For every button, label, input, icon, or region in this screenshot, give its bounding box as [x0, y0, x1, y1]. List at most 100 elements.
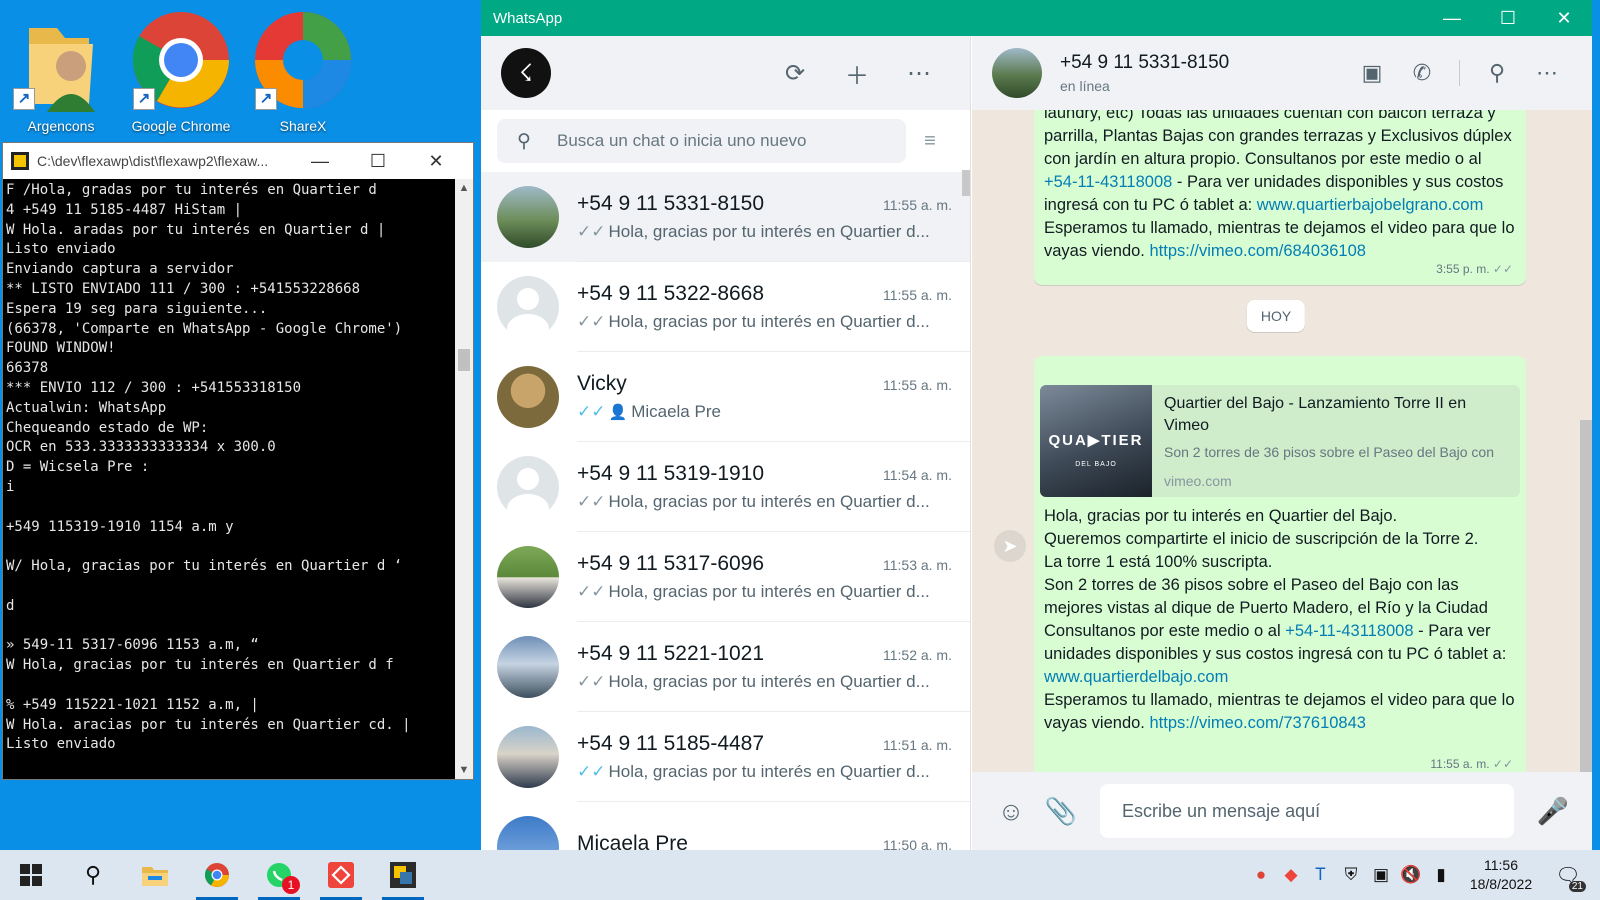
chat-item[interactable]: +54 9 11 5319-1910 11:54 a. m. ✓✓ Hola, gra… [481, 442, 970, 532]
chat-preview: ✓✓ Hola, gracias por tu interés en Quarti… [577, 311, 930, 331]
chat-name: +54 9 11 5317-6096 [577, 551, 765, 575]
maximize-button[interactable]: ☐ [1480, 8, 1536, 29]
console-window[interactable]: C:\dev\flexawp\dist\flexawp2\flexaw... —… [2, 142, 474, 780]
chat-avatar[interactable] [497, 276, 559, 338]
folder-user-icon: ↗ [9, 8, 113, 112]
notification-center-icon[interactable]: 🗨 21 [1546, 863, 1590, 892]
anydesk-tray-icon[interactable]: ◆ [1276, 865, 1306, 885]
desktop-icon-sharex[interactable]: ↗ ShareX [248, 8, 358, 134]
chat-time: 11:51 a. m. [882, 736, 952, 753]
new-chat-icon[interactable]: ＋ [826, 56, 888, 91]
chat-list-header: ☇ ⟳ ＋ ⋯ [481, 36, 970, 110]
double-check-icon: ✓✓ [577, 581, 606, 601]
whatsapp-taskbar-icon[interactable]: 1 [248, 850, 310, 900]
console-title: C:\dev\flexawp\dist\flexawp2\flexaw... [37, 153, 269, 169]
security-shield-icon[interactable]: ⛨ [1336, 865, 1366, 885]
website-link[interactable]: www.quartierdelbajo.com [1044, 668, 1228, 686]
link-preview[interactable]: QUA▶TIER DEL BAJO Quartier del Bajo - La… [1040, 385, 1520, 497]
status-icon[interactable]: ⟳ [764, 59, 826, 88]
start-button[interactable] [0, 850, 62, 900]
bluetooth-icon[interactable]: Ꭲ [1306, 865, 1336, 885]
chat-list: +54 9 11 5331-8150 11:55 a. m. ✓✓ Hola, gra… [481, 172, 970, 850]
profile-avatar[interactable]: ☇ [501, 48, 551, 98]
message-input[interactable]: Escribe un mensaje aquí [1100, 784, 1514, 838]
message-bubble-outgoing[interactable]: QUA▶TIER DEL BAJO Quartier del Bajo - La… [1034, 356, 1526, 772]
console-titlebar[interactable]: C:\dev\flexawp\dist\flexawp2\flexaw... —… [3, 143, 473, 179]
desktop-icon-google-chrome[interactable]: ↗ Google Chrome [126, 8, 236, 134]
python-taskbar-icon[interactable] [372, 850, 434, 900]
preview-title: Quartier del Bajo - Lanzamiento Torre II… [1164, 395, 1467, 434]
chat-item[interactable]: Micaela Pre 11:50 a. m. [481, 802, 970, 850]
battery-icon[interactable]: ▮ [1426, 865, 1456, 885]
scroll-thumb[interactable] [458, 349, 470, 371]
chat-name: Micaela Pre [577, 831, 688, 851]
forward-icon[interactable]: ➤ [994, 530, 1026, 562]
close-button[interactable]: ✕ [1536, 8, 1592, 29]
video-link[interactable]: https://vimeo.com/737610843 [1149, 714, 1365, 732]
scroll-up-icon[interactable]: ▲ [455, 179, 473, 197]
chrome-taskbar-icon[interactable] [186, 850, 248, 900]
close-button[interactable]: ✕ [407, 151, 465, 172]
video-call-icon[interactable]: ▣ [1347, 60, 1397, 86]
whatsapp-titlebar[interactable]: WhatsApp — ☐ ✕ [481, 0, 1592, 36]
contact-avatar[interactable] [992, 48, 1042, 98]
person-icon: 👤 [608, 403, 628, 421]
filter-icon[interactable]: ≡ [906, 130, 954, 153]
phone-link[interactable]: +54-11-43118008 [1285, 622, 1413, 640]
shortcut-arrow-icon: ↗ [13, 88, 35, 110]
website-link[interactable]: www.quartierbajobelgrano.com [1257, 196, 1484, 214]
chat-avatar[interactable] [497, 726, 559, 788]
chat-item[interactable]: Vicky 11:55 a. m. ✓✓ 👤 Micaela Pre [481, 352, 970, 442]
minimize-button[interactable]: — [1424, 8, 1480, 29]
menu-icon[interactable]: ⋯ [1522, 60, 1572, 86]
scroll-down-icon[interactable]: ▼ [455, 761, 473, 779]
chat-preview: ✓✓ 👤 Micaela Pre [577, 401, 721, 421]
chat-item[interactable]: +54 9 11 5317-6096 11:53 a. m. ✓✓ Hola, gra… [481, 532, 970, 622]
chat-item[interactable]: +54 9 11 5185-4487 11:51 a. m. ✓✓ Hola, gra… [481, 712, 970, 802]
chrome-icon: ↗ [129, 8, 233, 112]
minimize-button[interactable]: — [291, 151, 349, 172]
chat-avatar[interactable] [497, 456, 559, 518]
chat-avatar[interactable] [497, 816, 559, 850]
search-input[interactable]: ⚲ Busca un chat o inicia uno nuevo [497, 119, 906, 163]
attach-icon[interactable]: 📎 [1036, 796, 1086, 827]
compose-bar: ☺ 📎 Escribe un mensaje aquí 🎤 [972, 772, 1592, 850]
conversation-scrollbar[interactable] [1580, 420, 1592, 810]
video-thumbnail[interactable]: QUA▶TIER DEL BAJO [1040, 385, 1152, 497]
double-check-icon: ✓✓ [1492, 262, 1513, 276]
chat-avatar[interactable] [497, 366, 559, 428]
file-explorer-icon[interactable] [124, 850, 186, 900]
chat-item[interactable]: +54 9 11 5322-8668 11:55 a. m. ✓✓ Hola, gra… [481, 262, 970, 352]
conversation-header[interactable]: +54 9 11 5331-8150 en línea ▣ ✆ ⚲ ⋯ [972, 36, 1592, 110]
chat-avatar[interactable] [497, 636, 559, 698]
preview-domain: vimeo.com [1164, 473, 1232, 489]
microphone-icon[interactable]: 🎤 [1528, 796, 1578, 827]
chat-name: Vicky [577, 371, 627, 395]
volume-muted-icon[interactable]: 🔇 [1396, 865, 1426, 885]
chat-avatar[interactable] [497, 546, 559, 608]
search-icon[interactable]: ⚲ [1472, 60, 1522, 86]
phone-link[interactable]: +54-11-43118008 [1044, 173, 1172, 191]
message-bubble-outgoing[interactable]: laundry, etc) Todas las unidades cuentan… [1034, 110, 1526, 285]
search-icon[interactable]: ⚲ [62, 850, 124, 900]
menu-icon[interactable]: ⋯ [888, 59, 950, 88]
chat-avatar[interactable] [497, 186, 559, 248]
chat-item[interactable]: +54 9 11 5221-1021 11:52 a. m. ✓✓ Hola, gra… [481, 622, 970, 712]
console-scrollbar[interactable]: ▲ ▼ [455, 179, 473, 779]
chat-list-scrollbar[interactable] [962, 170, 970, 196]
voice-call-icon[interactable]: ✆ [1397, 60, 1447, 86]
emoji-icon[interactable]: ☺ [986, 796, 1036, 827]
anydesk-taskbar-icon[interactable] [310, 850, 372, 900]
clock[interactable]: 11:56 18/8/2022 [1456, 856, 1546, 894]
network-icon[interactable]: ▣ [1366, 865, 1396, 885]
chrome-tray-icon[interactable]: ● [1246, 865, 1276, 885]
search-row: ⚲ Busca un chat o inicia uno nuevo ≡ [481, 110, 970, 172]
message-time: 3:55 p. m. ✓✓ [1436, 262, 1513, 276]
chat-item[interactable]: +54 9 11 5331-8150 11:55 a. m. ✓✓ Hola, gra… [481, 172, 970, 262]
chat-name: +54 9 11 5331-8150 [577, 191, 765, 215]
video-link[interactable]: https://vimeo.com/684036108 [1149, 242, 1365, 260]
maximize-button[interactable]: ☐ [349, 151, 407, 172]
desktop-icon-argencons[interactable]: ↗ Argencons [6, 8, 116, 134]
day-separator: HOY [1246, 300, 1306, 332]
whatsapp-window[interactable]: WhatsApp — ☐ ✕ ☇ ⟳ ＋ ⋯ ⚲ Busca un chat o… [481, 0, 1592, 850]
